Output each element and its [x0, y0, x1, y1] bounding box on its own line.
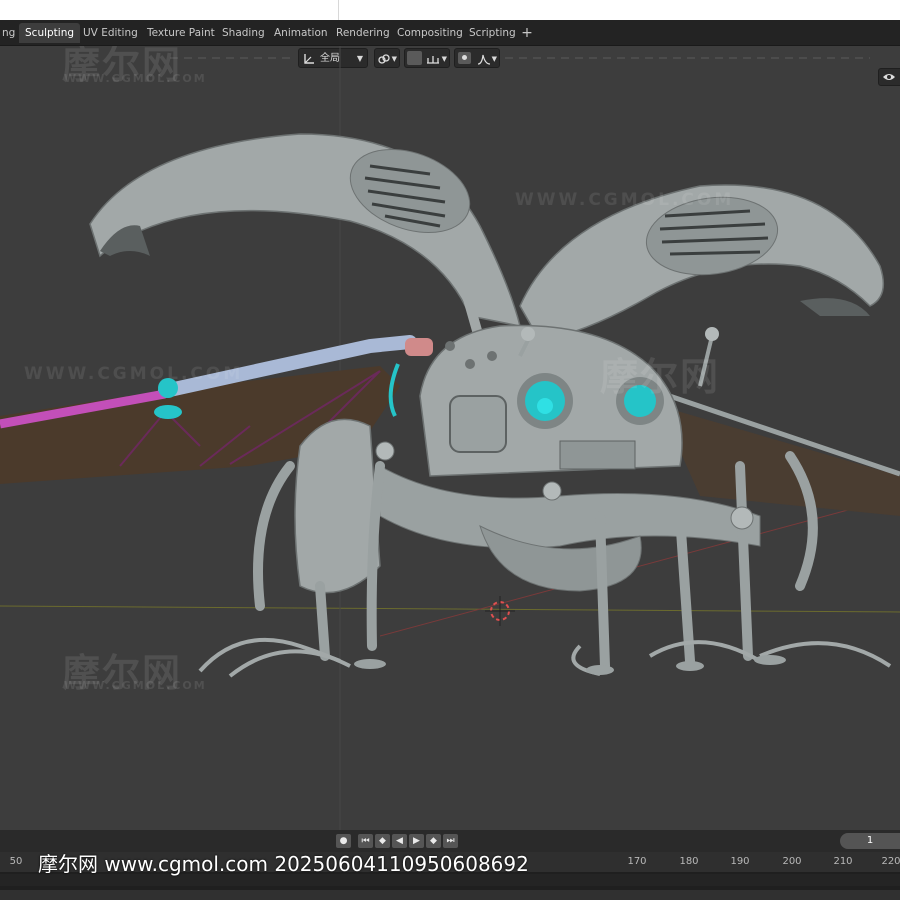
jump-start-icon[interactable]: ⏮ [358, 834, 373, 848]
x-axis-line [0, 605, 900, 613]
browser-top-strip [0, 0, 900, 20]
viewport-3d[interactable]: 全局 ▼ ▼ ▼ ▼ 摩尔网 WWW.CGMOL.COM 摩尔网 WWW.CGM… [0, 46, 900, 830]
status-band [0, 890, 900, 900]
play-icon[interactable]: ▶ [409, 834, 424, 848]
watermark-url: WWW.CGMOL.COM [64, 679, 207, 692]
next-keyframe-icon[interactable]: ◆ [426, 834, 441, 848]
watermark-url-large: WWW.CGMOL.COM [515, 190, 735, 210]
record-icon[interactable]: ● [336, 834, 351, 848]
workspace-tab-bar: ng Sculpting UV Editing Texture Paint Sh… [0, 20, 900, 46]
ruler-tick: 180 [679, 856, 699, 867]
jump-end-icon[interactable]: ⏭ [443, 834, 458, 848]
tab-texture-paint[interactable]: Texture Paint [141, 23, 221, 43]
beetle-robot-model[interactable] [0, 46, 900, 830]
add-workspace-button[interactable]: + [518, 23, 536, 43]
ruler-tick: 50 [9, 856, 23, 867]
tab-rendering[interactable]: Rendering [330, 23, 396, 43]
prev-keyframe-icon[interactable]: ◆ [375, 834, 390, 848]
ruler-tick: 200 [782, 856, 802, 867]
watermark-url: WWW.CGMOL.COM [64, 72, 207, 85]
source-caption: 摩尔网 www.cgmol.com 20250604110950608692 [38, 852, 529, 876]
tab-scripting[interactable]: Scripting [463, 23, 522, 43]
left-elytron [89, 133, 522, 327]
ruler-tick: 210 [833, 856, 853, 867]
ruler-tick: 170 [627, 856, 647, 867]
tab-sculpting[interactable]: Sculpting [19, 23, 81, 43]
tab-animation[interactable]: Animation [268, 23, 334, 43]
front-left-shield [294, 418, 381, 594]
tab-uv-editing[interactable]: UV Editing [77, 23, 144, 43]
current-frame-field[interactable]: 1 [840, 833, 900, 849]
tab-shading[interactable]: Shading [216, 23, 271, 43]
watermark-url-large: WWW.CGMOL.COM [24, 364, 244, 384]
top-divider [338, 0, 339, 20]
watermark-logo: 摩尔网 [600, 355, 721, 399]
play-reverse-icon[interactable]: ◀ [392, 834, 407, 848]
ruler-tick: 190 [730, 856, 750, 867]
tab-compositing[interactable]: Compositing [391, 23, 469, 43]
ruler-tick: 220 [881, 856, 900, 867]
